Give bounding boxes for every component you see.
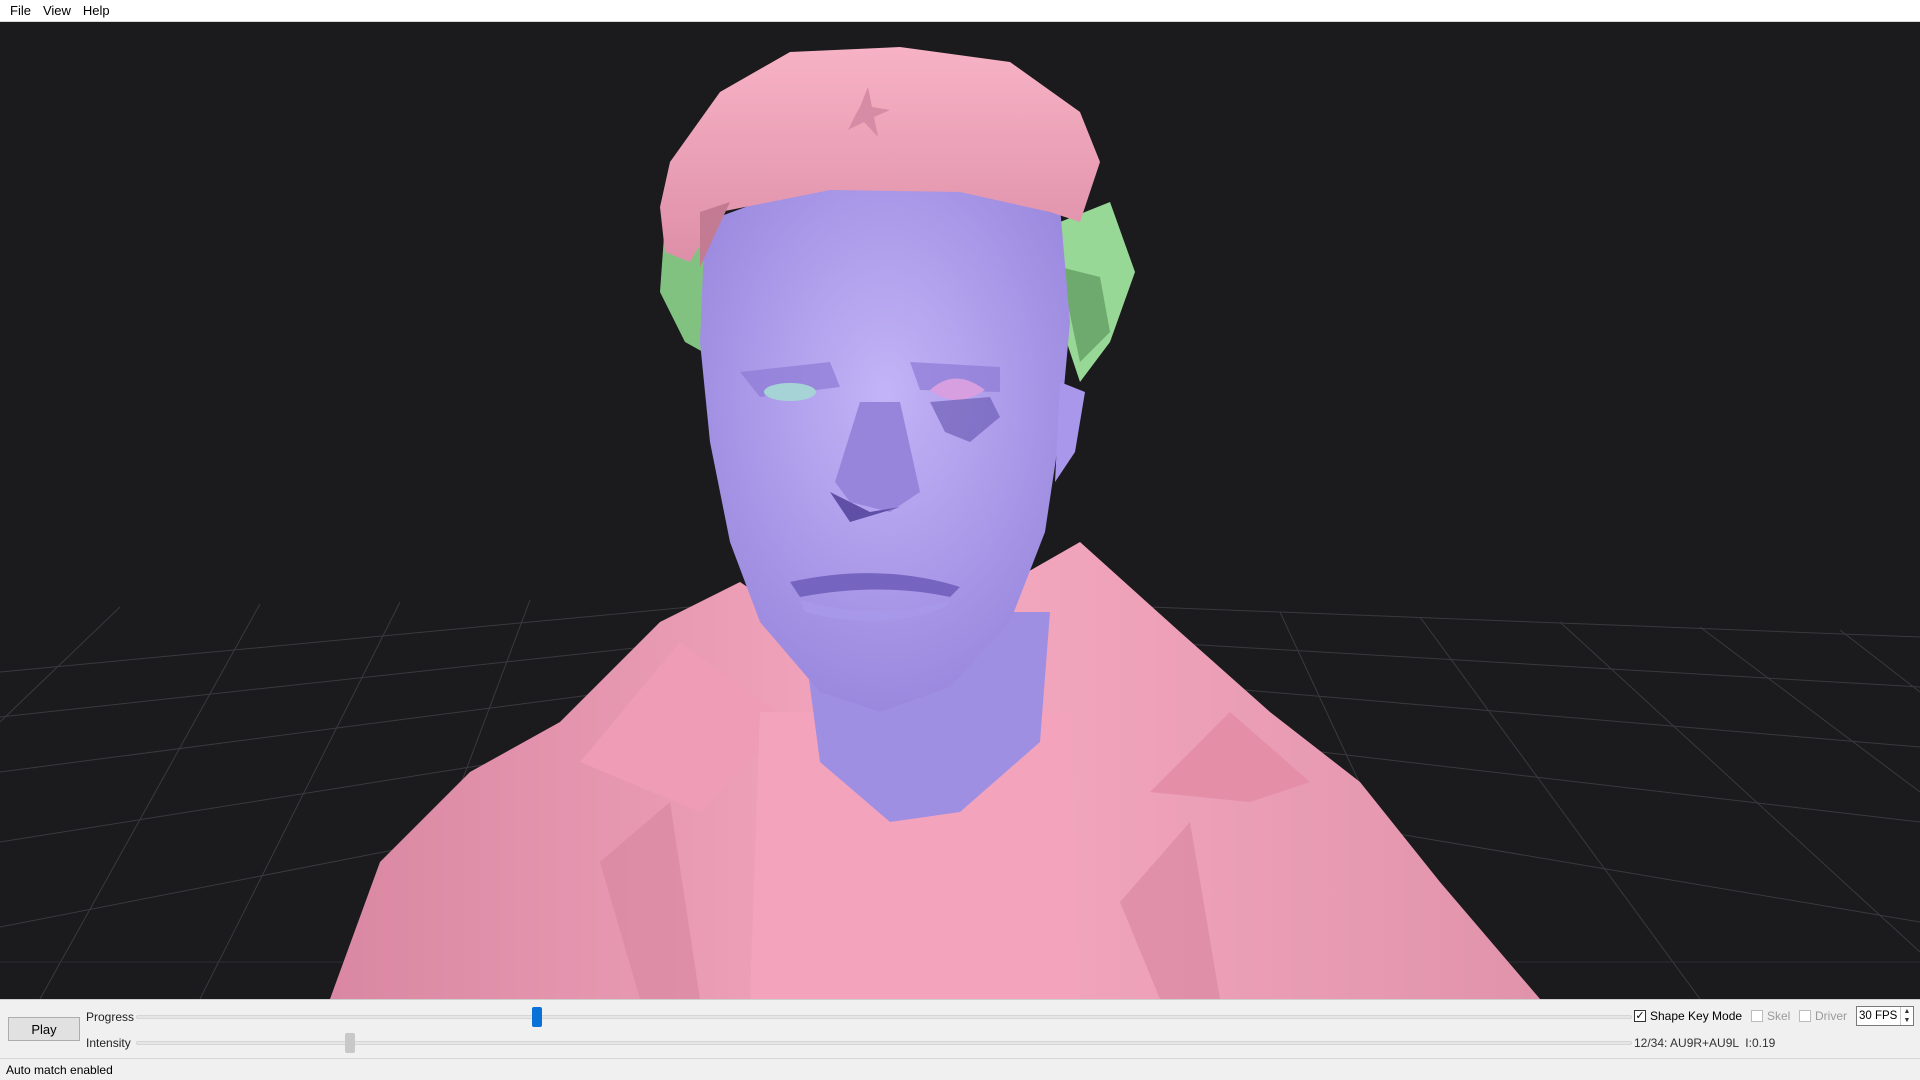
spin-down-icon[interactable]: ▼ xyxy=(1901,1016,1913,1025)
shape-key-mode-checkbox[interactable]: ✓ xyxy=(1634,1010,1646,1022)
status-text: Auto match enabled xyxy=(6,1063,113,1077)
progress-slider-handle[interactable] xyxy=(531,1007,542,1027)
fps-spin-buttons: ▲ ▼ xyxy=(1900,1007,1913,1025)
fps-spinbox[interactable]: 30 FPS ▲ ▼ xyxy=(1856,1006,1914,1026)
status-bar: Auto match enabled xyxy=(0,1058,1920,1080)
spin-up-icon[interactable]: ▲ xyxy=(1901,1007,1913,1016)
frame-info: 12/34: AU9R+AU9L I:0.19 xyxy=(1634,1036,1776,1050)
menu-file[interactable]: File xyxy=(4,0,37,22)
control-panel: Play Progress Intensity ✓ Shape Key Mode… xyxy=(0,999,1920,1058)
intensity-slider-handle[interactable] xyxy=(344,1033,355,1053)
intensity-slider[interactable] xyxy=(136,1041,1632,1045)
skel-label: Skel xyxy=(1767,1009,1791,1023)
shape-key-mode-toggle[interactable]: ✓ Shape Key Mode xyxy=(1634,1009,1742,1023)
shape-key-mode-label: Shape Key Mode xyxy=(1650,1009,1743,1023)
viewport-scene xyxy=(0,47,1920,999)
3d-viewport[interactable] xyxy=(0,22,1920,999)
intensity-label: Intensity xyxy=(86,1036,131,1050)
driver-checkbox[interactable] xyxy=(1799,1010,1811,1022)
progress-slider[interactable] xyxy=(136,1015,1632,1019)
menu-view[interactable]: View xyxy=(37,0,77,22)
skel-checkbox[interactable] xyxy=(1751,1010,1763,1022)
left-eye xyxy=(764,383,816,401)
progress-label: Progress xyxy=(86,1010,135,1024)
fps-value[interactable]: 30 FPS xyxy=(1859,1010,1897,1022)
skel-toggle[interactable]: Skel xyxy=(1751,1009,1790,1023)
menu-help[interactable]: Help xyxy=(77,0,116,22)
driver-label: Driver xyxy=(1815,1009,1847,1023)
menu-bar: File View Help xyxy=(0,0,1920,22)
play-button[interactable]: Play xyxy=(8,1017,80,1041)
driver-toggle[interactable]: Driver xyxy=(1799,1009,1847,1023)
